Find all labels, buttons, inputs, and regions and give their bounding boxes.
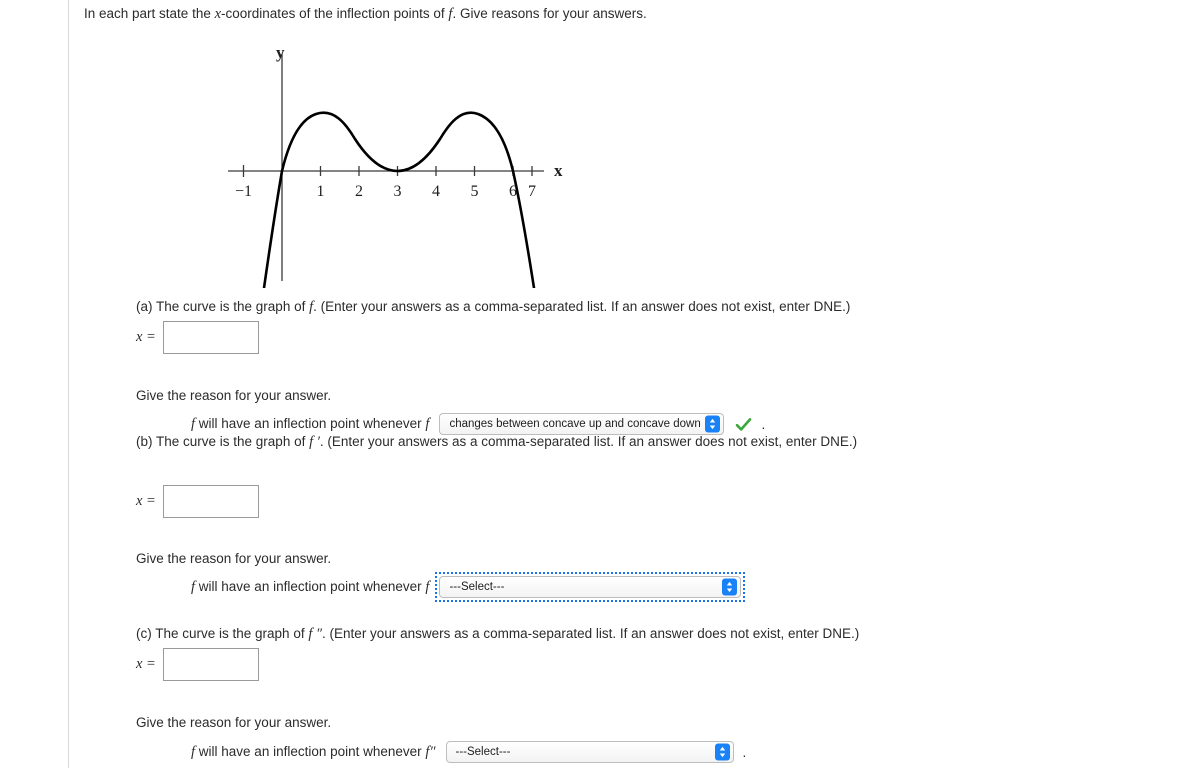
svg-text:2: 2 bbox=[355, 183, 363, 200]
part-c-select-value: ---Select--- bbox=[455, 746, 511, 758]
part-c-function: f ″ bbox=[308, 626, 323, 642]
part-c-answer-label: x = bbox=[136, 656, 156, 672]
part-b-prefix: (b) The curve is the graph of bbox=[136, 434, 310, 449]
part-c-reason-prefix: f will have an inflection point whenever… bbox=[191, 743, 436, 760]
part-a-suffix: . (Enter your answers as a comma-separat… bbox=[313, 299, 851, 314]
part-b-reason-label: Give the reason for your answer. bbox=[136, 551, 332, 566]
part-a-answer-input[interactable] bbox=[162, 321, 259, 354]
part-a-prefix: (a) The curve is the graph of bbox=[136, 299, 310, 314]
part-c-prefix: (c) The curve is the graph of bbox=[136, 626, 309, 641]
correct-check-icon bbox=[735, 416, 752, 433]
part-b-select-wrapper[interactable]: ---Select--- bbox=[435, 572, 746, 602]
x-axis-label: x bbox=[554, 161, 563, 180]
part-b-statement: (b) The curve is the graph of f ′. (Ente… bbox=[136, 434, 857, 451]
part-b-answer-label: x = bbox=[136, 493, 156, 509]
part-c-answer-row: x = bbox=[136, 648, 259, 681]
svg-text:3: 3 bbox=[394, 183, 402, 200]
part-b-select-value: ---Select--- bbox=[449, 581, 505, 593]
part-c-select[interactable]: ---Select--- bbox=[445, 741, 734, 763]
part-b-reason-prefix: f will have an inflection point whenever… bbox=[191, 578, 430, 595]
part-c-reason-row: f will have an inflection point whenever… bbox=[191, 738, 746, 766]
part-b-function: f ′ bbox=[309, 434, 320, 450]
part-b-answer-row: x = bbox=[136, 485, 259, 518]
part-b-reason-row: f will have an inflection point whenever… bbox=[191, 572, 753, 602]
page-title: In each part state the x-coordinates of … bbox=[84, 6, 647, 23]
svg-text:7: 7 bbox=[528, 183, 536, 200]
part-c-reason-label: Give the reason for your answer. bbox=[136, 715, 332, 730]
part-a-select[interactable]: changes between concave up and concave d… bbox=[439, 413, 725, 435]
svg-text:6: 6 bbox=[509, 183, 517, 200]
prompt-text-before: In each part state the bbox=[84, 6, 215, 21]
prompt-text-middle: -coordinates of the inflection points of bbox=[221, 6, 449, 21]
svg-text:4: 4 bbox=[432, 183, 440, 200]
part-c-statement: (c) The curve is the graph of f ″. (Ente… bbox=[136, 626, 859, 643]
prompt-text-tail: . Give reasons for your answers. bbox=[452, 6, 647, 21]
part-a-answer-row: x = bbox=[136, 321, 259, 354]
part-c-suffix: . (Enter your answers as a comma-separat… bbox=[322, 626, 860, 641]
part-c-select-wrapper[interactable]: ---Select--- bbox=[443, 738, 737, 766]
chevron-updown-icon[interactable] bbox=[714, 743, 730, 761]
page-divider bbox=[68, 0, 69, 768]
chevron-updown-icon[interactable] bbox=[705, 415, 721, 433]
curve-path bbox=[262, 111, 536, 288]
y-axis-label: y bbox=[276, 43, 285, 62]
chevron-updown-icon[interactable] bbox=[722, 578, 738, 596]
part-a-select-value: changes between concave up and concave d… bbox=[449, 418, 701, 430]
part-b-suffix: . (Enter your answers as a comma-separat… bbox=[319, 434, 858, 449]
part-a-reason-label: Give the reason for your answer. bbox=[136, 388, 332, 403]
part-c-answer-input[interactable] bbox=[162, 648, 259, 681]
svg-text:1: 1 bbox=[317, 183, 325, 200]
part-b-select[interactable]: ---Select--- bbox=[439, 576, 742, 598]
function-graph: y x −1 1 2 3 4 5 6 7 bbox=[224, 38, 584, 288]
svg-text:5: 5 bbox=[471, 183, 479, 200]
part-a-answer-label: x = bbox=[136, 329, 156, 345]
part-a-period: . bbox=[761, 416, 766, 432]
part-a-reason-prefix: f will have an inflection point whenever… bbox=[191, 415, 430, 432]
part-a-statement: (a) The curve is the graph of f. (Enter … bbox=[136, 299, 850, 316]
part-b-answer-input[interactable] bbox=[162, 485, 259, 518]
part-c-period: . bbox=[742, 744, 747, 760]
svg-text:−1: −1 bbox=[235, 183, 252, 200]
